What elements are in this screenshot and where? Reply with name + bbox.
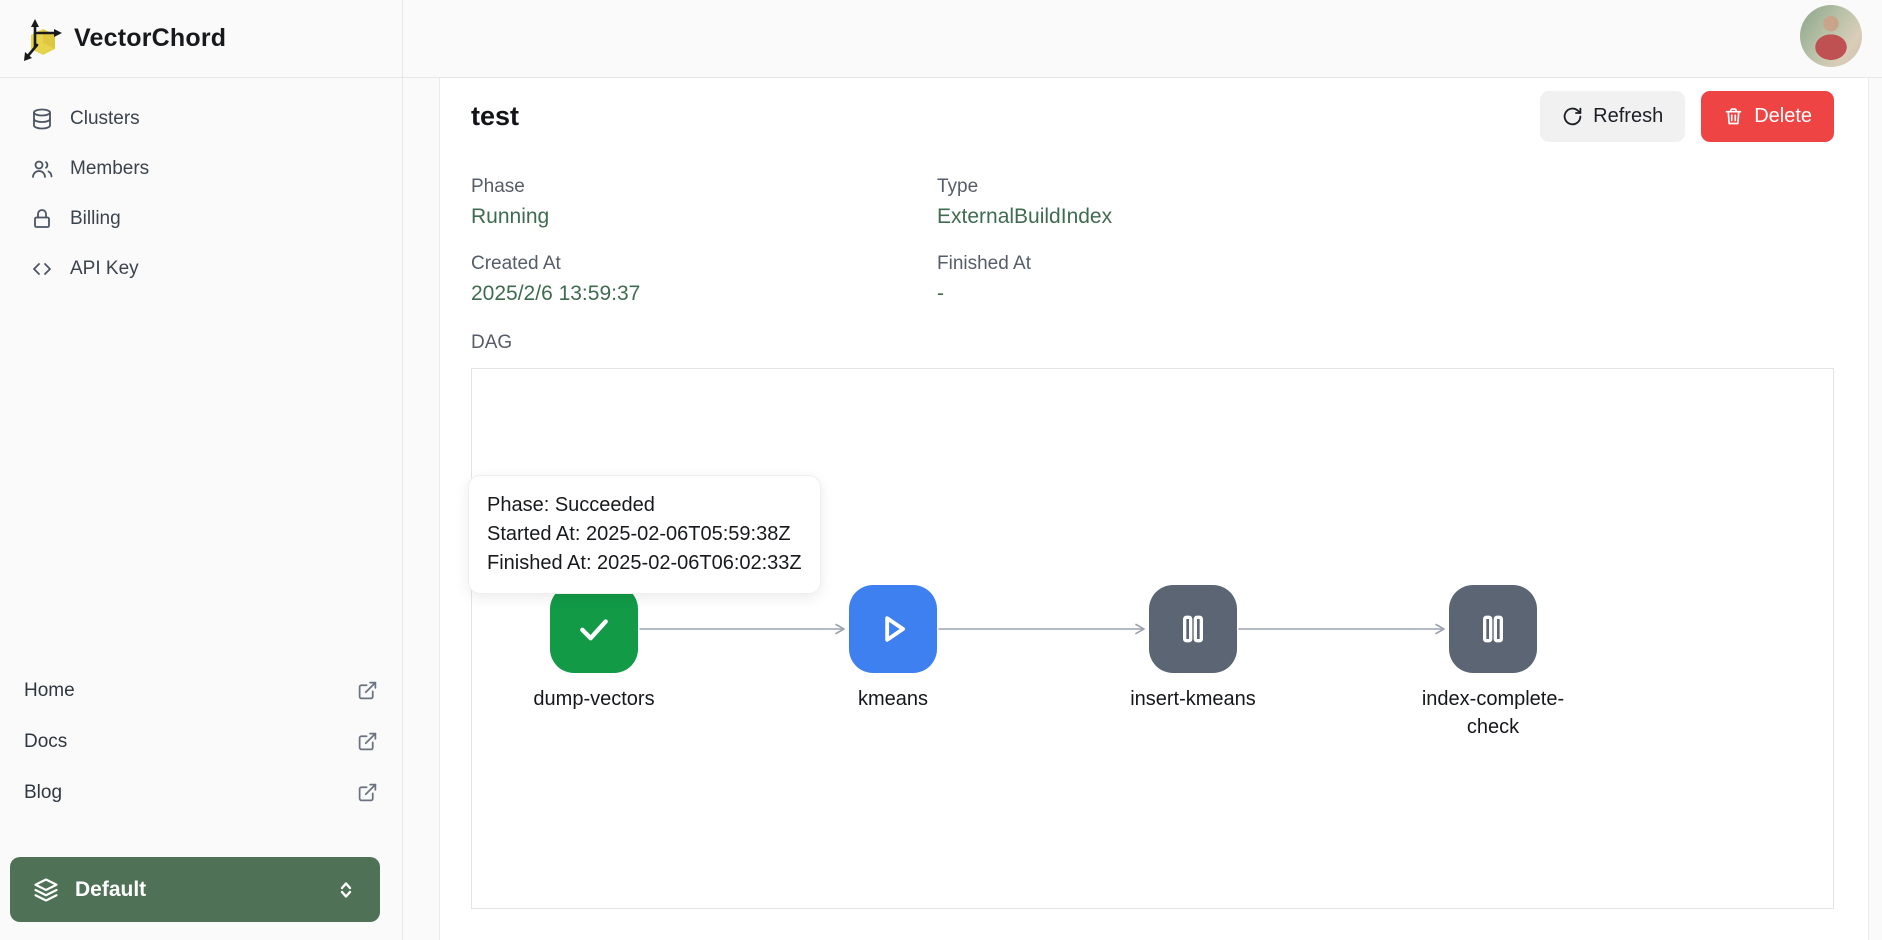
- node-insert-kmeans[interactable]: [1149, 585, 1237, 673]
- lock-icon: [30, 207, 54, 231]
- sidebar-link-docs[interactable]: Docs: [24, 716, 378, 767]
- node-label: kmeans: [808, 685, 978, 713]
- field-value-finished-at: -: [937, 282, 1834, 306]
- stack-icon: [32, 876, 60, 904]
- field-label: Phase: [471, 176, 937, 198]
- sidebar-item-members[interactable]: Members: [0, 144, 402, 194]
- main-content: test Refresh Delete: [439, 78, 1869, 940]
- sidebar-link-label: Blog: [24, 782, 62, 804]
- sidebar-item-label: Members: [70, 158, 149, 180]
- external-link-icon: [357, 782, 378, 803]
- sidebar-external-links: Home Docs Blog: [0, 665, 402, 818]
- sidebar-item-label: API Key: [70, 258, 139, 280]
- field-label: Finished At: [937, 253, 1834, 275]
- node-label: dump-vectors: [509, 685, 679, 713]
- dag-node-kmeans: kmeans: [808, 585, 978, 713]
- sidebar-item-api-key[interactable]: API Key: [0, 244, 402, 294]
- tooltip-phase: Phase: Succeeded: [487, 491, 802, 520]
- play-icon: [873, 609, 913, 649]
- node-label: index-complete-check: [1408, 685, 1578, 741]
- chevron-up-down-icon: [334, 878, 358, 902]
- sidebar-link-blog[interactable]: Blog: [24, 767, 378, 818]
- dag-node-index-complete-check: index-complete-check: [1408, 585, 1578, 741]
- sidebar-link-label: Home: [24, 680, 75, 702]
- database-icon: [30, 107, 54, 131]
- field-phase: Phase Running: [471, 176, 937, 229]
- code-icon: [30, 257, 54, 281]
- sidebar-link-home[interactable]: Home: [24, 665, 378, 716]
- dag-section-label: DAG: [471, 332, 1834, 354]
- dag-node-insert-kmeans: insert-kmeans: [1108, 585, 1278, 713]
- node-dump-vectors[interactable]: [550, 585, 638, 673]
- sidebar-item-clusters[interactable]: Clusters: [0, 94, 402, 144]
- sidebar-link-label: Docs: [24, 731, 67, 753]
- external-link-icon: [357, 680, 378, 701]
- node-kmeans[interactable]: [849, 585, 937, 673]
- delete-button-label: Delete: [1754, 105, 1812, 128]
- dag-canvas[interactable]: Phase: Succeeded Started At: 2025-02-06T…: [471, 368, 1834, 909]
- field-label: Created At: [471, 253, 937, 275]
- external-link-icon: [357, 731, 378, 752]
- refresh-icon: [1562, 106, 1583, 127]
- field-created-at: Created At 2025/2/6 13:59:37: [471, 253, 937, 306]
- field-value-phase: Running: [471, 205, 937, 229]
- users-icon: [30, 157, 54, 181]
- brand-header: VectorChord: [0, 0, 402, 78]
- sidebar-item-label: Billing: [70, 208, 121, 230]
- tooltip-finished-at: Finished At: 2025-02-06T06:02:33Z: [487, 549, 802, 578]
- check-icon: [574, 609, 614, 649]
- trash-icon: [1723, 106, 1744, 127]
- brand-name: VectorChord: [74, 24, 226, 53]
- field-finished-at: Finished At -: [937, 253, 1834, 306]
- topbar: [403, 0, 1882, 78]
- delete-button[interactable]: Delete: [1701, 91, 1834, 142]
- dag-node-dump-vectors: dump-vectors: [509, 585, 679, 713]
- vectorchord-logo-icon: [22, 17, 62, 61]
- sidebar: VectorChord Clusters Members: [0, 0, 403, 940]
- page-title: test: [471, 101, 519, 132]
- detail-fields: Phase Running Type ExternalBuildIndex Cr…: [471, 176, 1834, 306]
- refresh-button[interactable]: Refresh: [1540, 91, 1685, 142]
- pause-icon: [1173, 609, 1213, 649]
- node-tooltip: Phase: Succeeded Started At: 2025-02-06T…: [468, 475, 821, 594]
- user-avatar[interactable]: [1800, 5, 1862, 67]
- node-label: insert-kmeans: [1108, 685, 1278, 713]
- project-selector-label: Default: [75, 878, 319, 902]
- sidebar-item-billing[interactable]: Billing: [0, 194, 402, 244]
- sidebar-item-label: Clusters: [70, 108, 140, 130]
- refresh-button-label: Refresh: [1593, 105, 1663, 128]
- header-actions: Refresh Delete: [1540, 91, 1834, 142]
- field-type: Type ExternalBuildIndex: [937, 176, 1834, 229]
- tooltip-started-at: Started At: 2025-02-06T05:59:38Z: [487, 520, 802, 549]
- field-label: Type: [937, 176, 1834, 198]
- field-value-type: ExternalBuildIndex: [937, 205, 1834, 229]
- project-selector[interactable]: Default: [10, 857, 380, 922]
- node-index-complete-check[interactable]: [1449, 585, 1537, 673]
- pause-icon: [1473, 609, 1513, 649]
- field-value-created-at: 2025/2/6 13:59:37: [471, 282, 937, 306]
- sidebar-nav: Clusters Members Billing API Key: [0, 78, 402, 294]
